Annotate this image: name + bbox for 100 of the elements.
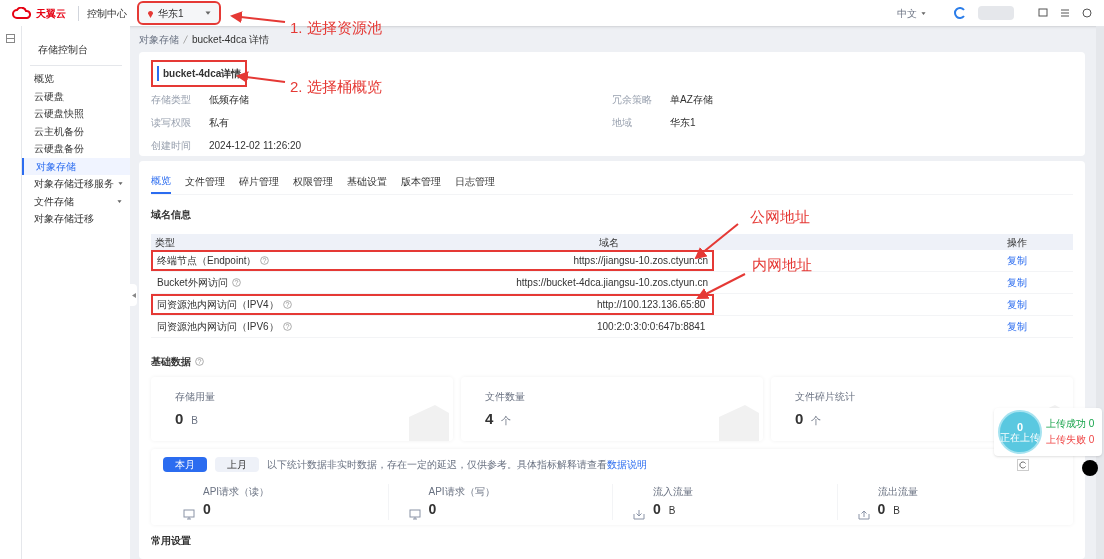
metric-value: 0: [203, 500, 211, 519]
spinner-icon: [954, 7, 966, 19]
upload-success-count: 上传成功 0: [1046, 417, 1095, 431]
field-value: 私有: [209, 116, 229, 130]
stat-value: 0: [175, 409, 184, 429]
caret-icon: [205, 10, 211, 16]
help-icon[interactable]: [1082, 8, 1092, 18]
refresh-icon[interactable]: [1017, 458, 1029, 471]
stat-unit: 个: [811, 414, 822, 428]
tab[interactable]: 日志管理: [455, 173, 495, 194]
tab[interactable]: 文件管理: [185, 173, 225, 194]
copy-link[interactable]: 复制: [1003, 297, 1073, 312]
breadcrumb-link[interactable]: 对象存储: [139, 31, 179, 47]
grid-menu-icon[interactable]: [6, 34, 15, 43]
stat-label: 文件数量: [485, 390, 526, 404]
collapse-arrow-icon: [131, 292, 136, 298]
annotation-arrow: [230, 11, 286, 24]
column-header: 域名: [598, 235, 620, 250]
sidebar-item[interactable]: 对象存储迁移: [22, 210, 130, 228]
table-cell-text: https://jiangsu-10.zos.ctyun.cn: [572, 254, 709, 268]
copy-link[interactable]: 复制: [1003, 275, 1073, 290]
sidebar-item[interactable]: 云主机备份: [22, 122, 130, 140]
column-header: 操作: [1006, 235, 1028, 250]
breadcrumb-current: bucket-4dca 详情: [192, 32, 270, 47]
caret-icon: [117, 198, 122, 204]
monitor-icon: [408, 509, 421, 520]
cloud-logo-icon: [12, 7, 32, 19]
period-tab[interactable]: 上月: [215, 457, 259, 472]
field-value: 华东1: [670, 116, 696, 130]
upload-widget[interactable]: 0 正在上传 上传成功 0 上传失败 0: [994, 408, 1102, 456]
sidebar-item[interactable]: 云硬盘: [22, 87, 130, 105]
stat-label: 文件碎片统计: [795, 390, 856, 404]
section-title: 常用设置: [151, 534, 191, 548]
field-label: 读写权限: [151, 116, 192, 130]
tab[interactable]: 权限管理: [293, 173, 333, 194]
table-cell: 同资源池内网访问（IPV4）: [153, 297, 593, 312]
upload-failed-count: 上传失败 0: [1046, 433, 1095, 447]
metric-unit: B: [668, 504, 676, 518]
field-value: 2024-12-02 11:26:20: [209, 139, 302, 153]
annotation-text: 2. 选择桶概览: [290, 77, 382, 97]
section-title: 域名信息: [151, 208, 191, 222]
table-cell-text: http://100.123.136.65:80: [596, 298, 707, 312]
metric-value: 0: [877, 500, 886, 519]
message-icon[interactable]: [1038, 8, 1048, 18]
collapse-handle[interactable]: [130, 284, 137, 306]
annotation-text: 1. 选择资源池: [290, 18, 382, 38]
metric-label: 流入流量: [653, 485, 693, 499]
data-description-link[interactable]: 数据说明: [607, 459, 647, 470]
settings-icon[interactable]: [1060, 8, 1070, 18]
upload-icon: [857, 509, 870, 520]
table-cell: 终端节点（Endpoint）: [153, 253, 570, 268]
sidebar-item[interactable]: 云硬盘快照: [22, 105, 130, 123]
caret-icon: [921, 10, 926, 16]
sidebar-item[interactable]: 云硬盘备份: [22, 140, 130, 158]
table-cell-text: 100:2:0:3:0:0:647b:8841: [596, 320, 707, 334]
caret-icon: [118, 181, 123, 187]
table-cell: 同资源池内网访问（IPV6）: [153, 319, 593, 334]
location-pin-icon: [147, 8, 154, 18]
sidebar-item[interactable]: 对象存储: [22, 157, 130, 175]
metric-value: 0: [428, 500, 437, 519]
help-icon: [282, 300, 292, 309]
stat-value: 0: [795, 409, 804, 429]
notice-text: 以下统计数据非实时数据，存在一定的延迟，仅供参考。具体指标解释请查看数据说明: [267, 458, 647, 472]
table-cell: Bucket外网访问: [153, 275, 513, 290]
metric-label: API请求（读）: [203, 485, 270, 499]
copy-link[interactable]: 复制: [1003, 253, 1073, 268]
period-tab[interactable]: 本月: [163, 457, 207, 472]
section-title: 基础数据: [151, 355, 191, 369]
stat-unit: B: [191, 414, 198, 428]
breadcrumb-separator-icon: [183, 34, 188, 44]
metric-value: 0: [653, 500, 661, 519]
tab[interactable]: 碎片管理: [239, 173, 279, 194]
help-icon: [231, 278, 241, 287]
tab[interactable]: 概览: [151, 173, 171, 194]
metric-label: 流出流量: [877, 485, 918, 499]
field-label: 存储类型: [151, 93, 192, 107]
sidebar-item[interactable]: 对象存储迁移服务: [22, 175, 130, 193]
help-icon: [260, 256, 270, 265]
sidebar-item[interactable]: 概览: [22, 70, 130, 88]
annotation-text: 公网地址: [750, 207, 810, 227]
metric-unit: B: [893, 504, 900, 518]
tab[interactable]: 版本管理: [401, 173, 441, 194]
table-cell-text: https://bucket-4dca.jiangsu-10.zos.ctyun.cn: [515, 276, 709, 290]
field-label: 地域: [612, 116, 633, 130]
annotation-text: 内网地址: [752, 255, 812, 275]
nav-link[interactable]: 控制中心: [78, 5, 127, 21]
region-selector[interactable]: 华东1: [139, 3, 219, 23]
column-header: 类型: [154, 235, 176, 250]
sidebar-item[interactable]: 文件存储: [22, 192, 130, 210]
help-icon: [282, 322, 292, 331]
help-icon: [195, 357, 204, 366]
monitor-icon: [183, 509, 195, 520]
copy-link[interactable]: 复制: [1003, 319, 1073, 334]
field-value: 单AZ存储: [670, 93, 713, 107]
scrollbar[interactable]: [1096, 26, 1104, 559]
metric-label: API请求（写）: [428, 485, 495, 499]
language-selector[interactable]: 中文: [897, 5, 926, 21]
stat-unit: 个: [501, 414, 512, 428]
field-value: 低频存储: [209, 93, 249, 107]
tab[interactable]: 基础设置: [347, 173, 387, 194]
